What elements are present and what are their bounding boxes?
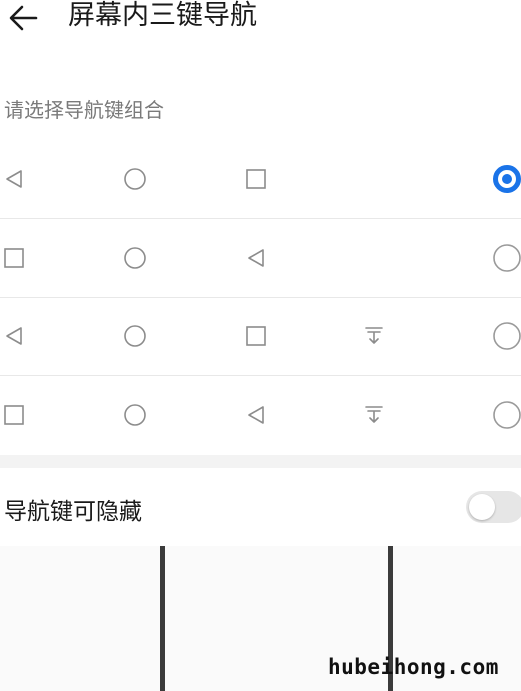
home-icon [123, 167, 147, 191]
notification-icon [362, 324, 386, 348]
combination-row[interactable] [0, 297, 521, 375]
home-icon [123, 403, 147, 427]
home-icon [123, 246, 147, 270]
combination-row[interactable] [0, 219, 521, 297]
section-divider [0, 455, 521, 468]
back-icon [244, 403, 268, 427]
hide-nav-keys-label: 导航键可隐藏 [4, 499, 142, 525]
radio-unselected-icon[interactable] [492, 400, 521, 430]
recent-icon [2, 246, 26, 270]
recent-icon [244, 167, 268, 191]
watermark: hubeihong.com [328, 655, 499, 679]
nav-settings-screen: 屏幕内三键导航 请选择导航键组合 导航键可隐藏 hubeihong.com [0, 0, 521, 691]
back-icon [244, 246, 268, 270]
home-icon [123, 324, 147, 348]
combination-row[interactable] [0, 376, 521, 454]
radio-unselected-icon[interactable] [492, 243, 521, 273]
recent-icon [2, 403, 26, 427]
header: 屏幕内三键导航 [0, 0, 521, 40]
hide-nav-keys-toggle[interactable] [466, 491, 521, 523]
toggle-knob [469, 494, 495, 520]
page-title: 屏幕内三键导航 [68, 0, 257, 31]
radio-unselected-icon[interactable] [492, 321, 521, 351]
radio-selected-icon[interactable] [492, 164, 521, 194]
section-label: 请选择导航键组合 [4, 98, 164, 122]
hide-nav-keys-row: 导航键可隐藏 [0, 468, 521, 546]
preview-divider-line [160, 546, 165, 691]
notification-icon [362, 403, 386, 427]
back-arrow-icon[interactable] [6, 0, 42, 36]
combination-row[interactable] [0, 140, 521, 218]
recent-icon [244, 324, 268, 348]
back-icon [2, 324, 26, 348]
back-icon [2, 167, 26, 191]
